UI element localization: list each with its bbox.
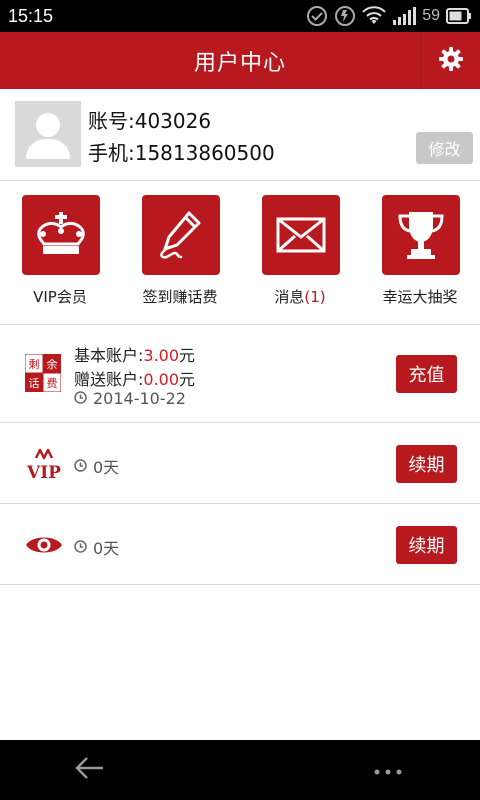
phone-credit-icon: 剩 余 话 费 bbox=[24, 353, 62, 393]
svg-text:VIP: VIP bbox=[26, 463, 61, 482]
feature-label-text: 消息 bbox=[274, 288, 305, 306]
vip-row: VIP 0天 续期 bbox=[0, 424, 480, 504]
edit-button[interactable]: 修改 bbox=[416, 132, 473, 164]
basic-account-label: 基本账户: bbox=[74, 346, 144, 365]
eye-days: 0天 bbox=[74, 535, 119, 559]
navigation-bar bbox=[0, 740, 480, 800]
balance-date: 2014-10-22 bbox=[74, 389, 186, 408]
svg-text:话: 话 bbox=[29, 377, 40, 390]
feature-vip[interactable]: VIP会员 bbox=[0, 182, 120, 325]
avatar[interactable] bbox=[15, 101, 81, 167]
feature-checkin[interactable]: 签到赚话费 bbox=[120, 182, 240, 325]
battery-icon bbox=[446, 8, 472, 24]
trophy-icon bbox=[382, 195, 460, 275]
signal-icon bbox=[392, 6, 417, 26]
svg-text:费: 费 bbox=[47, 377, 58, 390]
svg-text:余: 余 bbox=[47, 357, 58, 371]
vip-renew-button[interactable]: 续期 bbox=[396, 445, 457, 483]
pencil-sign-icon bbox=[142, 195, 220, 275]
feature-messages[interactable]: 消息(1) bbox=[240, 182, 360, 325]
status-bar: 15:15 59 bbox=[0, 0, 480, 32]
clock-icon bbox=[74, 457, 87, 476]
eye-icon bbox=[22, 527, 66, 563]
balance-row: 剩 余 话 费 基本账户:3.00元 赠送账户:0.00元 2014-10-22… bbox=[0, 326, 480, 423]
vip-days: 0天 bbox=[74, 454, 119, 478]
menu-button[interactable] bbox=[368, 754, 408, 786]
eye-days-text: 0天 bbox=[93, 539, 120, 558]
gift-account-value: 0.00 bbox=[143, 370, 180, 389]
message-count-badge: (1) bbox=[304, 288, 326, 306]
recharge-button[interactable]: 充值 bbox=[396, 355, 457, 393]
settings-button[interactable] bbox=[420, 32, 480, 89]
eye-renew-button[interactable]: 续期 bbox=[396, 526, 457, 564]
feature-label: VIP会员 bbox=[33, 288, 87, 306]
profile-section: 账号:403026 手机:15813860500 修改 bbox=[0, 89, 480, 181]
feature-label: 消息(1) bbox=[240, 286, 360, 307]
clock-icon bbox=[74, 538, 87, 557]
check-circle-icon bbox=[306, 5, 328, 27]
back-button[interactable] bbox=[70, 752, 110, 788]
vip-crown-icon: VIP bbox=[22, 446, 66, 482]
more-dots-icon bbox=[373, 761, 403, 780]
battery-percent: 59 bbox=[422, 7, 440, 24]
envelope-icon bbox=[262, 195, 340, 275]
status-icons: 59 bbox=[306, 5, 472, 27]
phone-number: 手机:15813860500 bbox=[88, 141, 275, 165]
feature-lottery[interactable]: 幸运大抽奖 bbox=[360, 182, 480, 325]
balance-date-text: 2014-10-22 bbox=[93, 389, 186, 408]
feature-label: 幸运大抽奖 bbox=[382, 288, 458, 306]
gear-icon bbox=[438, 46, 464, 76]
gift-account: 赠送账户:0.00元 bbox=[74, 366, 195, 390]
gift-account-label: 赠送账户: bbox=[74, 370, 144, 389]
feature-label: 签到赚话费 bbox=[142, 288, 218, 306]
basic-account-unit: 元 bbox=[179, 346, 196, 365]
clock-icon bbox=[74, 389, 87, 408]
app-screen: 15:15 59 用户中心 账号:403026 手机:15813860500 修… bbox=[0, 0, 480, 800]
user-silhouette-icon bbox=[26, 113, 70, 159]
title-bar: 用户中心 bbox=[0, 32, 480, 89]
status-time: 15:15 bbox=[8, 5, 54, 26]
back-arrow-icon bbox=[75, 756, 105, 784]
wifi-icon bbox=[362, 6, 386, 26]
page-title: 用户中心 bbox=[193, 50, 286, 76]
gift-account-unit: 元 bbox=[179, 370, 196, 389]
feature-grid: VIP会员 签到赚话费 消息(1) 幸运大抽奖 bbox=[0, 182, 480, 325]
account-number: 账号:403026 bbox=[88, 109, 212, 133]
vip-days-text: 0天 bbox=[93, 458, 120, 477]
sync-icon bbox=[334, 5, 356, 27]
basic-account: 基本账户:3.00元 bbox=[74, 342, 195, 366]
basic-account-value: 3.00 bbox=[143, 346, 180, 365]
svg-text:剩: 剩 bbox=[29, 358, 40, 371]
eye-row: 0天 续期 bbox=[0, 505, 480, 585]
crown-icon bbox=[22, 195, 100, 275]
